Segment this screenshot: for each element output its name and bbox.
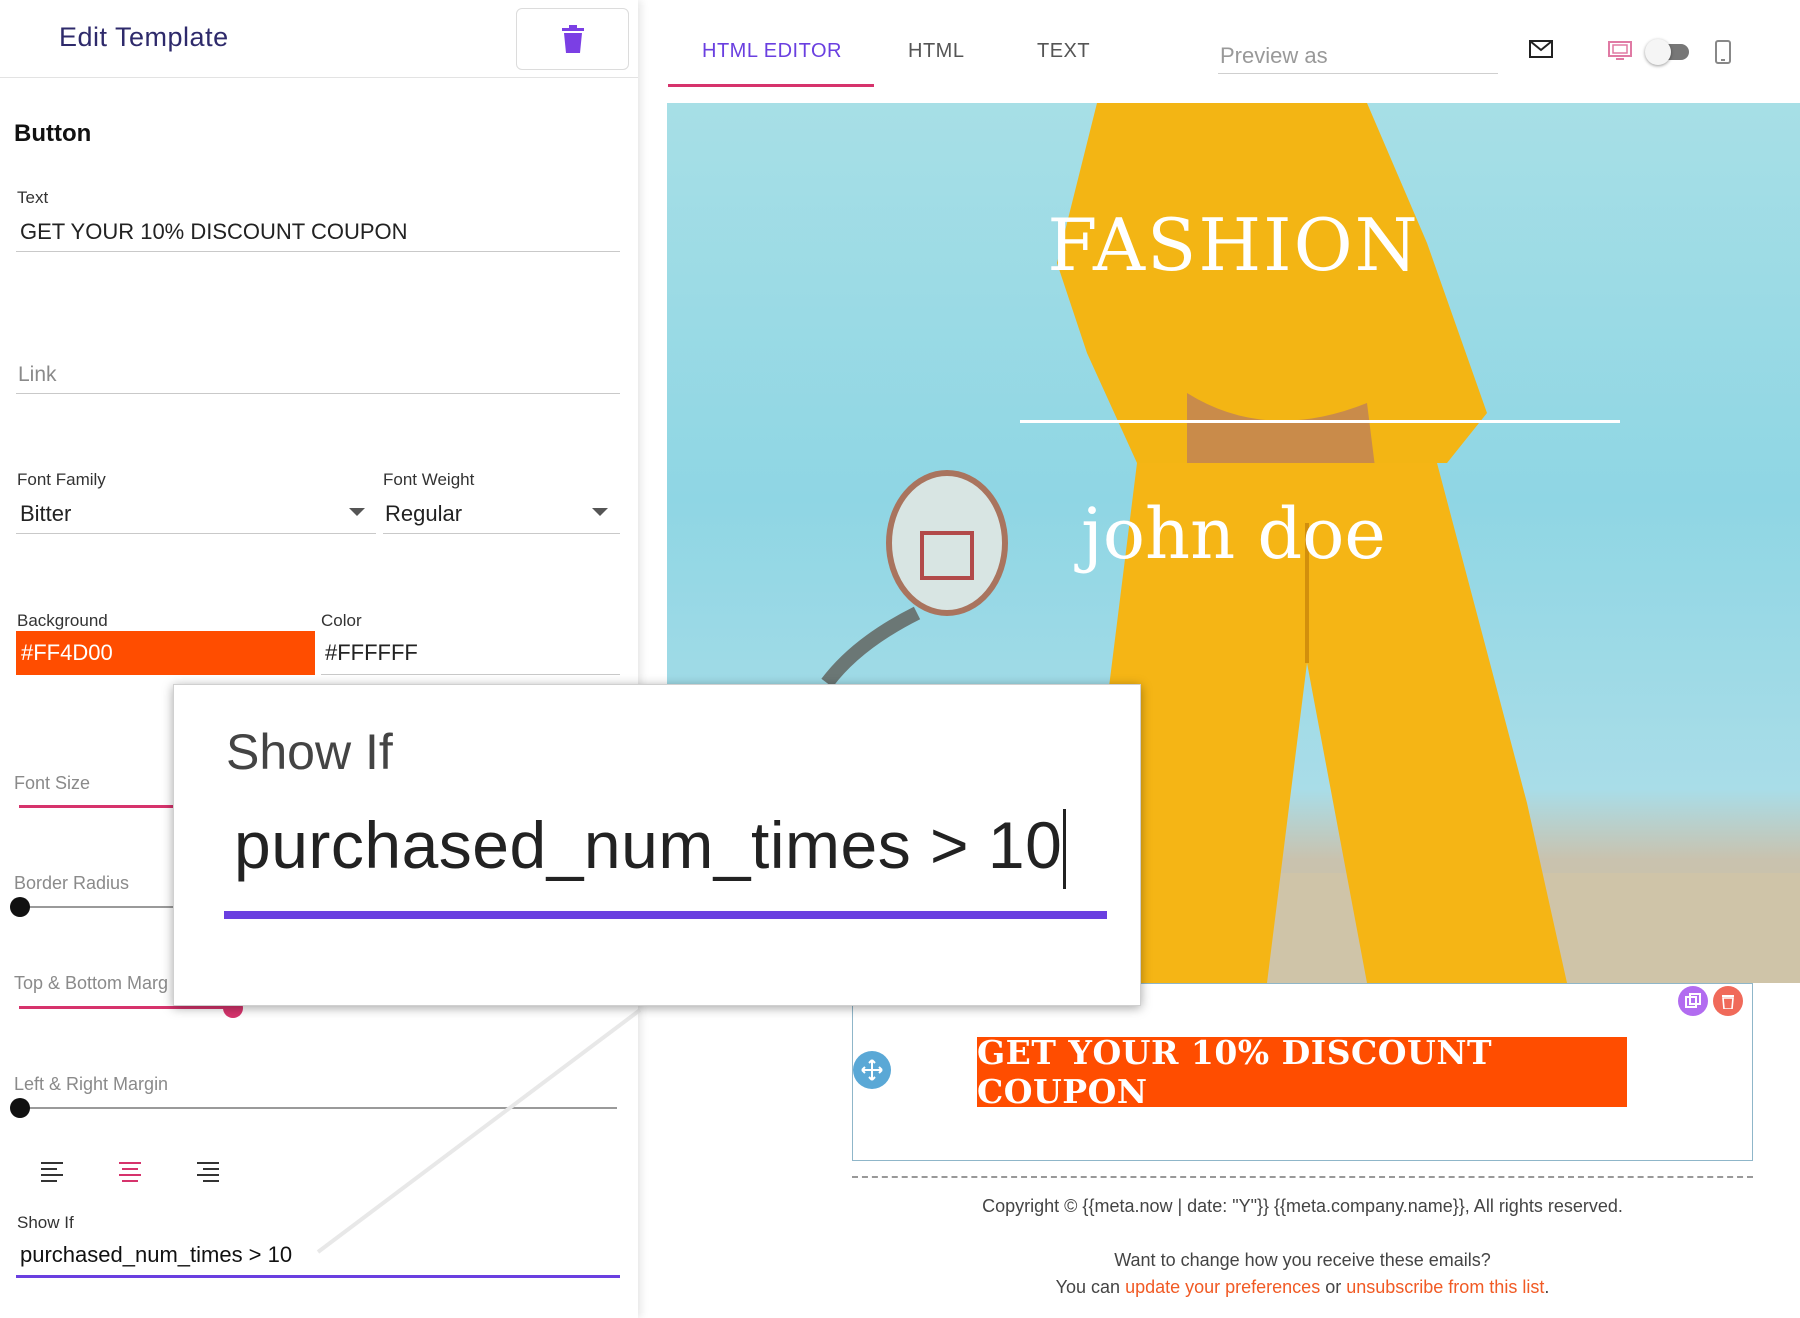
align-left-icon[interactable] — [41, 1162, 65, 1182]
text-field-underline — [16, 251, 620, 252]
tab-html[interactable]: HTML — [908, 40, 964, 63]
link-field-underline — [16, 393, 620, 394]
font-family-underline — [16, 533, 376, 534]
hero-divider — [1020, 420, 1620, 423]
font-size-label: Font Size — [14, 773, 91, 793]
font-family-select[interactable]: Bitter — [20, 501, 71, 527]
mobile-icon[interactable] — [1715, 40, 1731, 64]
border-radius-slider-knob[interactable] — [10, 897, 30, 917]
dropdown-caret-icon[interactable] — [349, 508, 365, 516]
font-weight-label: Font Weight — [383, 470, 475, 489]
move-icon[interactable] — [853, 1051, 891, 1089]
preferences-line: You can update your preferences or unsub… — [852, 1277, 1753, 1298]
background-label: Background — [17, 611, 108, 630]
active-tab-indicator — [668, 84, 874, 87]
envelope-icon[interactable] — [1529, 40, 1553, 58]
section-title: Button — [14, 120, 92, 147]
dropdown-caret-icon[interactable] — [592, 508, 608, 516]
show-if-zoom-callout: Show If purchased_num_times > 10 — [173, 684, 1141, 1006]
preview-as-input[interactable]: Preview as — [1220, 43, 1328, 69]
preview-panel: HTML EDITOR HTML TEXT Preview as FASHION — [638, 0, 1800, 1318]
align-center-icon[interactable] — [119, 1162, 143, 1182]
show-if-input[interactable]: purchased_num_times > 10 — [20, 1242, 292, 1268]
left-right-margin-slider[interactable] — [19, 1107, 617, 1109]
or-text: or — [1325, 1277, 1342, 1297]
footer-divider — [852, 1176, 1753, 1178]
text-color-input[interactable]: #FFFFFF — [325, 640, 418, 666]
zoom-show-if-label: Show If — [226, 724, 393, 780]
tab-text[interactable]: TEXT — [1037, 40, 1090, 63]
zoom-underline — [224, 911, 1107, 919]
zoom-show-if-value: purchased_num_times > 10 — [234, 808, 1063, 882]
text-field-label: Text — [17, 188, 49, 207]
font-weight-underline — [383, 533, 620, 534]
background-color-value: #FF4D00 — [21, 640, 113, 665]
hero-name: john doe — [1081, 493, 1386, 575]
show-if-label: Show If — [17, 1213, 74, 1232]
device-toggle-knob — [1645, 39, 1671, 65]
editor-header: Edit Template — [0, 0, 638, 78]
font-family-label: Font Family — [17, 470, 106, 489]
color-field-underline — [321, 674, 620, 675]
zoom-text-cursor — [1063, 809, 1066, 889]
update-preferences-link[interactable]: update your preferences — [1125, 1277, 1320, 1297]
font-weight-select[interactable]: Regular — [385, 501, 462, 527]
duplicate-icon[interactable] — [1678, 986, 1708, 1016]
period-text: . — [1544, 1277, 1550, 1297]
show-if-underline — [16, 1275, 620, 1278]
desktop-icon[interactable] — [1608, 41, 1632, 61]
font-size-slider[interactable] — [19, 805, 179, 808]
color-label: Color — [321, 611, 362, 630]
align-right-icon[interactable] — [197, 1162, 221, 1182]
border-radius-slider[interactable] — [19, 906, 179, 908]
panel-title: Edit Template — [59, 22, 229, 52]
button-text-input[interactable]: GET YOUR 10% DISCOUNT COUPON — [20, 219, 408, 245]
discount-coupon-button[interactable]: GET YOUR 10% DISCOUNT COUPON — [977, 1033, 1627, 1111]
copyright-text: Copyright © {{meta.now | date: "Y"}} {{m… — [982, 1196, 1623, 1216]
delete-template-button[interactable] — [516, 8, 629, 70]
you-can-text: You can — [1055, 1277, 1121, 1297]
delete-icon[interactable] — [1713, 986, 1743, 1016]
preview-as-underline — [1218, 73, 1498, 74]
border-radius-label: Border Radius — [14, 873, 130, 893]
left-right-margin-slider-knob[interactable] — [10, 1098, 30, 1118]
link-input[interactable]: Link — [18, 363, 57, 387]
preferences-question: Want to change how you receive these ema… — [1114, 1250, 1491, 1270]
top-bottom-margin-slider[interactable] — [19, 1006, 234, 1009]
left-right-margin-label: Left & Right Margin — [14, 1074, 169, 1094]
top-bottom-margin-label: Top & Bottom Marg — [14, 973, 169, 993]
tab-html-editor[interactable]: HTML EDITOR — [702, 40, 842, 63]
hero-title: FASHION — [1047, 203, 1420, 287]
trash-icon — [561, 25, 584, 53]
device-toggle[interactable] — [1645, 39, 1689, 65]
template-editor-panel: Edit Template Button Text GET YOUR 10% D… — [0, 0, 638, 1318]
unsubscribe-link[interactable]: unsubscribe from this list — [1346, 1277, 1544, 1297]
